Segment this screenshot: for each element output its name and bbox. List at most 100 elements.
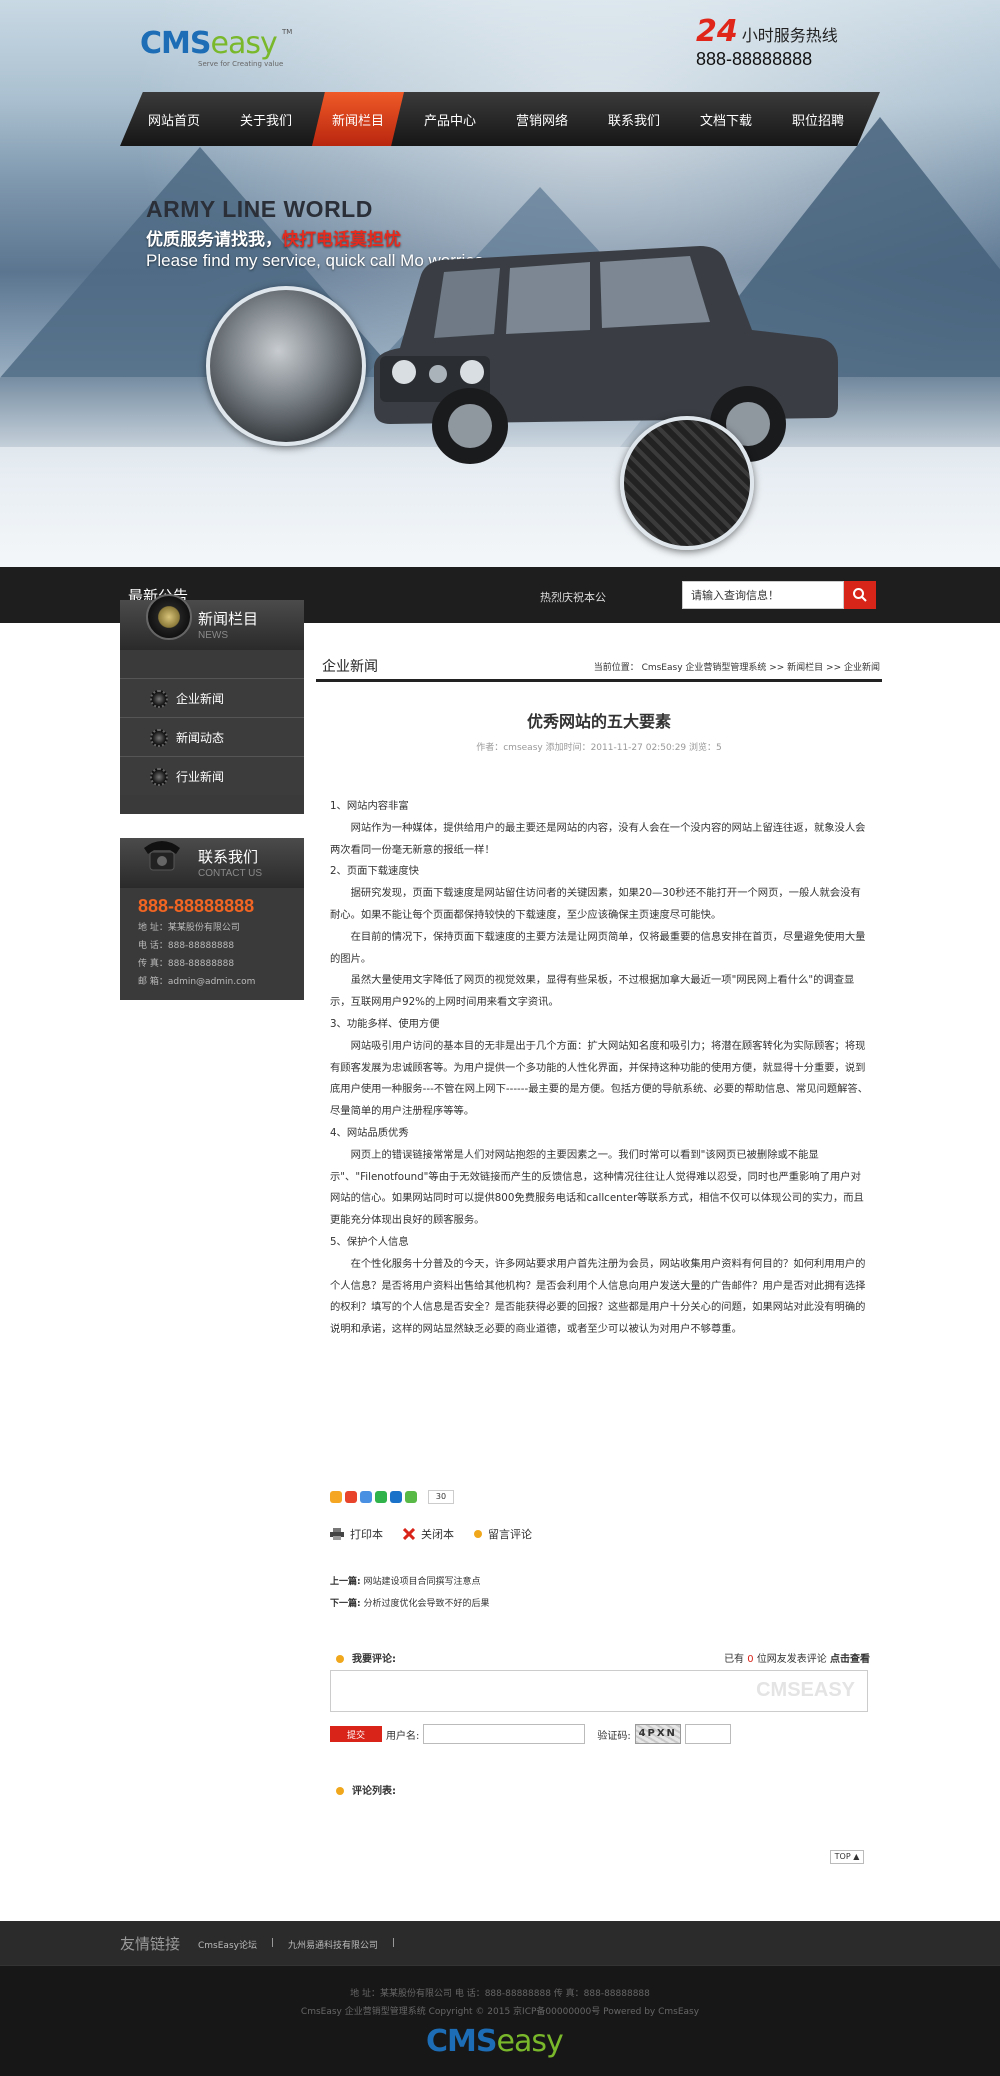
- captcha-input[interactable]: [684, 1724, 731, 1744]
- nav-products[interactable]: 产品中心: [404, 92, 496, 146]
- article-paragraph: 网页上的错误链接常常是人们对网站抱怨的主要因素之一。我们时常可以看到"该网页已被…: [330, 1148, 864, 1227]
- nav-home[interactable]: 网站首页: [128, 92, 220, 146]
- comment-link[interactable]: 留言评论: [474, 1526, 532, 1542]
- close-button[interactable]: 关闭本: [403, 1526, 454, 1542]
- breadcrumb[interactable]: 当前位置： CmsEasy 企业营销型管理系统 >> 新闻栏目 >> 企业新闻: [594, 660, 880, 673]
- link-separator: |: [270, 1938, 275, 1948]
- next-title[interactable]: 分析过度优化会导致不好的后果: [363, 1599, 489, 1609]
- article-paragraph: 据研究发现，页面下载速度是网站留住访问者的关键因素，如果20—30秒还不能打开一…: [330, 887, 861, 921]
- comment-list-label: 评论列表:: [352, 1786, 396, 1797]
- article-heading: 2、页面下载速度快: [330, 865, 419, 878]
- comment-list-header: 评论列表:: [336, 1782, 396, 1797]
- captcha-image[interactable]: 4PXN: [634, 1724, 681, 1744]
- sidebar-item-label: 行业新闻: [176, 769, 225, 784]
- nav-network[interactable]: 营销网络: [496, 92, 588, 146]
- comment-list-bullet-icon: [336, 1787, 344, 1795]
- username-label: 用户名:: [386, 1730, 420, 1742]
- sidebar-item-company-news[interactable]: 企业新闻: [120, 678, 304, 717]
- search-input[interactable]: [682, 581, 844, 609]
- comment-header: 我要评论: 已有 0 位网友发表评论 点击查看: [336, 1650, 870, 1665]
- logo-accent: easy: [210, 26, 277, 61]
- section-title: 企业新闻: [322, 659, 378, 675]
- link-separator: |: [392, 1938, 396, 1948]
- comment-textarea[interactable]: CMSEASY: [330, 1670, 868, 1712]
- nav-contact[interactable]: 联系我们: [588, 92, 680, 146]
- article-paragraph: 虽然大量使用文字降低了网页的视觉效果，显得有些呆板，不过根据加拿大最近一项"网民…: [330, 974, 855, 1009]
- sidebar-item-label: 新闻动态: [176, 730, 225, 745]
- friend-links-bar: 友情链接 CmsEasy论坛 | 九州易通科技有限公司 |: [0, 1921, 1000, 1965]
- comment-count-post: 位网友发表评论: [756, 1654, 827, 1665]
- username-input[interactable]: [423, 1724, 586, 1744]
- nav-downloads[interactable]: 文档下载: [680, 92, 772, 146]
- nav-about[interactable]: 关于我们: [220, 92, 312, 146]
- article-tools: 打印本 关闭本 留言评论: [330, 1526, 532, 1542]
- sidebar-item-news-updates[interactable]: 新闻动态: [120, 717, 304, 756]
- article-meta: 作者：cmseasy 添加时间：2011-11-27 02:50:29 浏览：5: [476, 743, 722, 753]
- contact-phone: 888-88888888: [138, 896, 255, 916]
- hotline-hours: 24: [696, 14, 738, 49]
- contact-fax: 传 真：888-88888888: [138, 959, 235, 969]
- submit-button[interactable]: 提交: [330, 1726, 382, 1742]
- article-heading: 3、功能多样、使用方便: [330, 1017, 440, 1030]
- captcha-label: 验证码:: [597, 1730, 631, 1742]
- footer-logo[interactable]: CMSeasy: [426, 2024, 564, 2059]
- sidebar-contact-title: 联系我们: [198, 848, 259, 866]
- contact-address: 地 址：某某股份有限公司: [138, 923, 240, 933]
- logo-tagline: Serve for Creating value: [198, 60, 284, 68]
- sidebar-contact: 联系我们 CONTACT US 888-88888888 地 址：某某股份有限公…: [120, 838, 304, 1000]
- nav-jobs[interactable]: 职位招聘: [772, 92, 864, 146]
- article-paragraph: 在目前的情况下，保持页面下载速度的主要方法是让网页简单，仅将最重要的信息安排在首…: [330, 930, 866, 965]
- article-paragraph: 网站吸引用户访问的基本目的无非是出于几个方面：扩大网站知名度和吸引力；将潜在顾客…: [330, 1039, 868, 1118]
- banner-subtitle-pre: 优质服务请找我，: [146, 230, 282, 250]
- engine-detail-image: [206, 286, 366, 446]
- friend-link[interactable]: 九州易通科技有限公司: [288, 1938, 378, 1951]
- comment-bullet-icon: [336, 1655, 344, 1663]
- top-label: TOP: [834, 1852, 851, 1861]
- comment-view-link[interactable]: 点击查看: [830, 1654, 870, 1665]
- wheel-icon: [146, 594, 192, 640]
- sidebar-item-industry-news[interactable]: 行业新闻: [120, 756, 304, 795]
- logo-trademark: TM: [282, 28, 293, 36]
- comment-watermark: CMSEASY: [756, 1679, 855, 1701]
- back-to-top-button[interactable]: TOP ▲: [830, 1850, 864, 1864]
- comment-form-row: 提交 用户名: 验证码: 4PXN: [330, 1724, 731, 1744]
- share-weibo-icon[interactable]: [345, 1491, 357, 1503]
- contact-email[interactable]: 邮 箱：admin@admin.com: [138, 974, 255, 987]
- share-count: 30: [428, 1490, 454, 1504]
- share-renren-icon[interactable]: [390, 1491, 402, 1503]
- comment-count: 0: [747, 1654, 754, 1665]
- share-more-icon[interactable]: [405, 1491, 417, 1503]
- article-heading: 1、网站内容非富: [330, 800, 409, 812]
- main-content: 企业新闻 当前位置： CmsEasy 企业营销型管理系统 >> 新闻栏目 >> …: [316, 652, 882, 1864]
- footer: 地 址：某某股份有限公司 电 话：888-88888888 传 真：888-88…: [0, 1965, 1000, 2076]
- gear-icon: [150, 690, 168, 708]
- article-body: 1、网站内容非富 网站作为一种媒体，提供给用户的最主要还是网站的内容，没有人会在一…: [330, 796, 868, 1341]
- main-nav: 网站首页 关于我们 新闻栏目 产品中心 营销网络 联系我们 文档下载 职位招聘: [120, 92, 880, 146]
- gear-icon: [150, 729, 168, 747]
- sidebar-contact-subtitle: CONTACT US: [198, 868, 263, 879]
- next-label: 下一篇:: [330, 1599, 361, 1609]
- article-paragraph: 在个性化服务十分普及的今天，许多网站要求用户首先注册为会员，网站收集用户资料有何…: [330, 1257, 866, 1336]
- hotline: 24 小时服务热线 888-88888888: [696, 14, 896, 70]
- share-wechat-icon[interactable]: [375, 1491, 387, 1503]
- next-article[interactable]: 下一篇: 分析过度优化会导致不好的后果: [330, 1596, 490, 1609]
- footer-logo-accent: easy: [496, 2024, 563, 2059]
- prev-article[interactable]: 上一篇: 网站建设项目合同撰写注意点: [330, 1574, 481, 1587]
- nav-news[interactable]: 新闻栏目: [312, 92, 404, 146]
- section-header: 企业新闻 当前位置： CmsEasy 企业营销型管理系统 >> 新闻栏目 >> …: [316, 652, 882, 682]
- prev-title[interactable]: 网站建设项目合同撰写注意点: [363, 1577, 480, 1587]
- share-tqq-icon[interactable]: [360, 1491, 372, 1503]
- search-button[interactable]: [844, 581, 876, 609]
- comment-bullet-icon: [474, 1530, 482, 1538]
- suv-illustration: [374, 246, 838, 464]
- print-label: 打印本: [350, 1528, 383, 1541]
- notice-ticker[interactable]: 热烈庆祝本公: [540, 589, 606, 605]
- article-title: 优秀网站的五大要素: [526, 712, 671, 731]
- friend-link[interactable]: CmsEasy论坛: [198, 1938, 257, 1951]
- footer-logo-main: CMS: [426, 2024, 497, 2059]
- share-qzone-icon[interactable]: [330, 1491, 342, 1503]
- telephone-icon: [144, 841, 180, 871]
- print-button[interactable]: 打印本: [330, 1526, 383, 1542]
- header-banner: CMSeasy Serve for Creating value TM 24 小…: [0, 0, 1000, 567]
- site-logo[interactable]: CMSeasy Serve for Creating value TM: [140, 26, 300, 68]
